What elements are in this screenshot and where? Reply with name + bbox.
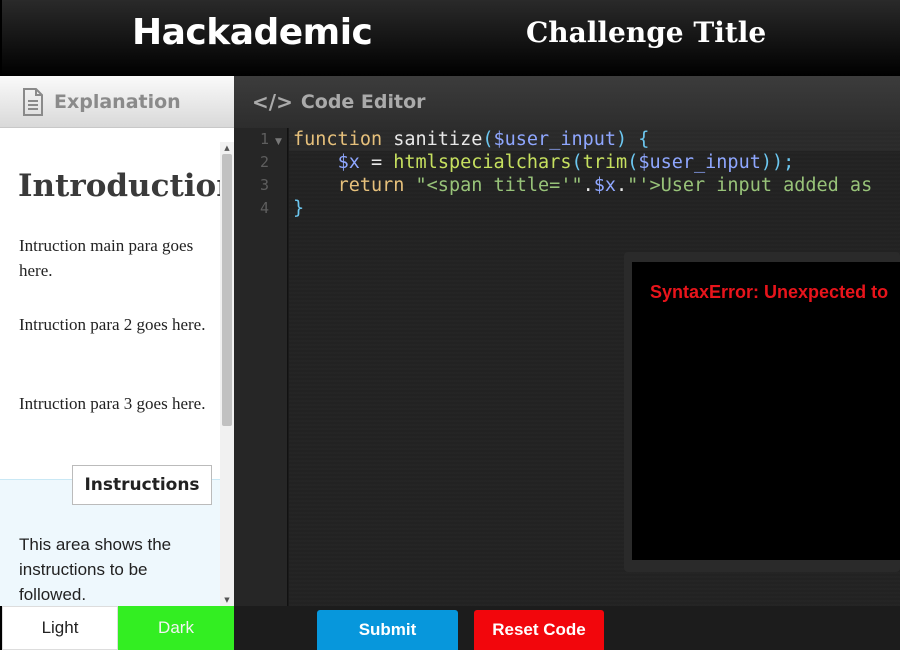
output-console: SyntaxError: Unexpected to [632,262,900,560]
scroll-up-arrow-icon[interactable]: ▲ [220,142,234,154]
instructions-tab[interactable]: Instructions [72,465,212,505]
intro-paragraph-2: Intruction para 2 goes here. [19,315,206,334]
syntax-error-message: SyntaxError: Unexpected to [650,282,889,302]
explanation-content[interactable]: Introduction Intruction main para goes h… [0,128,234,606]
explanation-panel: Explanation Introduction Intruction main… [0,76,234,606]
code-line-1: function sanitize($user_input) { [293,129,650,150]
reset-code-button[interactable]: Reset Code [474,610,604,650]
dark-theme-button[interactable]: Dark [118,606,234,650]
intro-paragraph-1: Intruction main para goes here. [19,236,194,280]
explanation-tab-label: Explanation [54,90,181,113]
app-header: Hackademic Challenge Title [0,0,900,76]
code-line-4: } [293,198,305,219]
submit-button[interactable]: Submit [317,610,458,650]
code-line-2: $x = htmlspecialchars(trim($user_input))… [337,152,795,173]
editor-gutter: 1 2 3 4 [234,128,288,606]
fold-arrow-icon[interactable]: ▼ [275,137,282,147]
code-editor-tab-label: Code Editor [300,91,426,113]
scroll-down-arrow-icon[interactable]: ▼ [220,594,234,606]
intro-paragraph-3: Intruction para 3 goes here. [19,394,206,413]
explanation-tab[interactable]: Explanation [0,76,234,128]
challenge-title: Challenge Title [526,16,767,49]
code-line-3: return "<span title='".$x."'>User input … [337,175,873,196]
document-icon [23,87,43,116]
scrollbar-thumb[interactable] [222,154,232,426]
code-icon: </> [252,90,293,114]
line-number: 3 [259,176,269,194]
line-number: 1 [259,130,269,148]
line-number: 2 [259,153,269,171]
introduction-heading: Introduction [18,168,234,204]
code-editor-tab[interactable]: </> Code Editor [234,76,900,128]
explanation-scrollbar[interactable]: ▲ ▼ [220,142,234,606]
brand-logo[interactable]: Hackademic [132,12,373,53]
instructions-text: This area shows the instructions to be f… [19,535,172,604]
light-theme-button[interactable]: Light [2,606,118,650]
line-number: 4 [259,199,269,217]
